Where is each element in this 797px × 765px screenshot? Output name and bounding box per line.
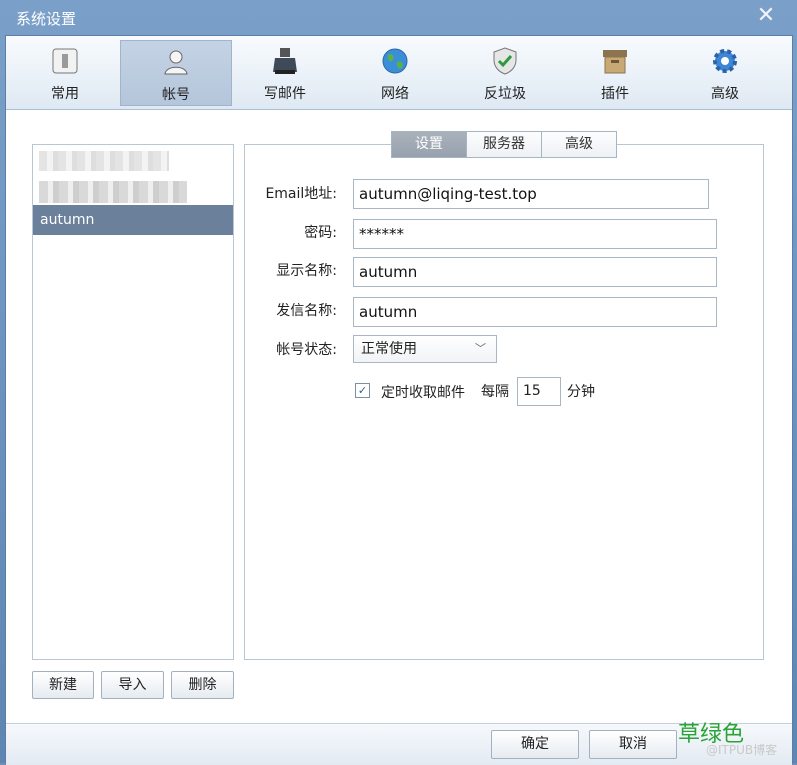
account-status-label: 帐号状态: xyxy=(276,342,337,358)
category-toolbar: 常用 帐号 写邮件 网络 反垃圾 插件 高级 xyxy=(6,36,792,110)
tab-advanced[interactable]: 高级 xyxy=(541,131,617,158)
obscured-account[interactable] xyxy=(39,181,187,203)
toolbar-item-label: 写邮件 xyxy=(264,86,306,102)
toolbar-item-plugins[interactable]: 插件 xyxy=(560,40,670,104)
minutes-label: 分钟 xyxy=(567,384,595,400)
email-field[interactable]: autumn@liqing-test.top xyxy=(353,179,709,209)
account-item-autumn[interactable]: autumn xyxy=(33,205,233,235)
toolbar-item-label: 帐号 xyxy=(162,87,190,103)
toolbar-item-label: 网络 xyxy=(381,86,409,102)
email-label: Email地址: xyxy=(265,186,337,202)
watermark-sub: @ITPUB博客 xyxy=(706,743,778,757)
dialog-body: 常用 帐号 写邮件 网络 反垃圾 插件 高级 autumn 新建 导入 删除 设… xyxy=(5,35,793,765)
sender-name-label: 发信名称: xyxy=(276,303,337,319)
account-status-select[interactable]: 正常使用 ﹀ xyxy=(353,335,497,363)
toolbar-item-general[interactable]: 常用 xyxy=(10,40,120,104)
delete-account-button[interactable]: 删除 xyxy=(171,671,234,699)
cancel-button[interactable]: 取消 xyxy=(589,730,677,759)
toolbar-item-antispam[interactable]: 反垃圾 xyxy=(450,40,560,104)
toolbar-item-advanced[interactable]: 高级 xyxy=(670,40,780,104)
obscured-account[interactable] xyxy=(39,151,169,171)
gear-icon xyxy=(713,49,737,73)
display-name-label: 显示名称: xyxy=(276,263,337,279)
title-bar[interactable]: 系统设置 ✕ xyxy=(0,0,797,35)
chevron-down-icon: ﹀ xyxy=(475,342,486,355)
globe-icon xyxy=(382,48,408,74)
box-icon xyxy=(603,50,627,74)
account-list[interactable]: autumn xyxy=(32,144,234,660)
toolbar-item-compose[interactable]: 写邮件 xyxy=(230,40,340,104)
password-field[interactable]: ****** xyxy=(353,219,717,249)
dialog-footer: 确定 取消 xyxy=(6,723,792,765)
toolbar-item-label: 反垃圾 xyxy=(484,86,526,102)
auto-fetch-checkbox[interactable]: ✓ xyxy=(355,383,370,398)
auto-fetch-label: 定时收取邮件 xyxy=(381,385,465,401)
account-settings-panel: 设置 服务器 高级 Email地址: autumn@liqing-test.to… xyxy=(244,131,764,660)
toolbar-item-label: 高级 xyxy=(711,86,739,102)
account-status-value: 正常使用 xyxy=(361,341,417,357)
settings-window: 系统设置 ✕ 常用 帐号 写邮件 网络 反垃圾 插件 高级 autumn 新建 … xyxy=(0,0,797,765)
close-icon[interactable]: ✕ xyxy=(753,3,779,29)
tab-server[interactable]: 服务器 xyxy=(466,131,542,158)
ok-button[interactable]: 确定 xyxy=(491,730,579,759)
import-account-button[interactable]: 导入 xyxy=(101,671,164,699)
toolbar-item-network[interactable]: 网络 xyxy=(340,40,450,104)
switch-icon xyxy=(52,48,78,74)
toolbar-item-label: 常用 xyxy=(51,86,79,102)
every-label: 每隔 xyxy=(481,384,509,400)
user-icon xyxy=(164,50,188,75)
window-title: 系统设置 xyxy=(16,10,77,28)
password-label: 密码: xyxy=(304,225,337,241)
fetch-interval-input[interactable]: 15 xyxy=(517,377,561,406)
tab-settings[interactable]: 设置 xyxy=(391,131,467,158)
inkwell-icon xyxy=(273,48,297,74)
new-account-button[interactable]: 新建 xyxy=(32,671,94,699)
sender-name-field[interactable]: autumn xyxy=(353,297,717,327)
toolbar-item-label: 插件 xyxy=(601,86,629,102)
shield-icon xyxy=(493,47,517,75)
display-name-field[interactable]: autumn xyxy=(353,257,717,287)
toolbar-item-account[interactable]: 帐号 xyxy=(120,40,232,106)
